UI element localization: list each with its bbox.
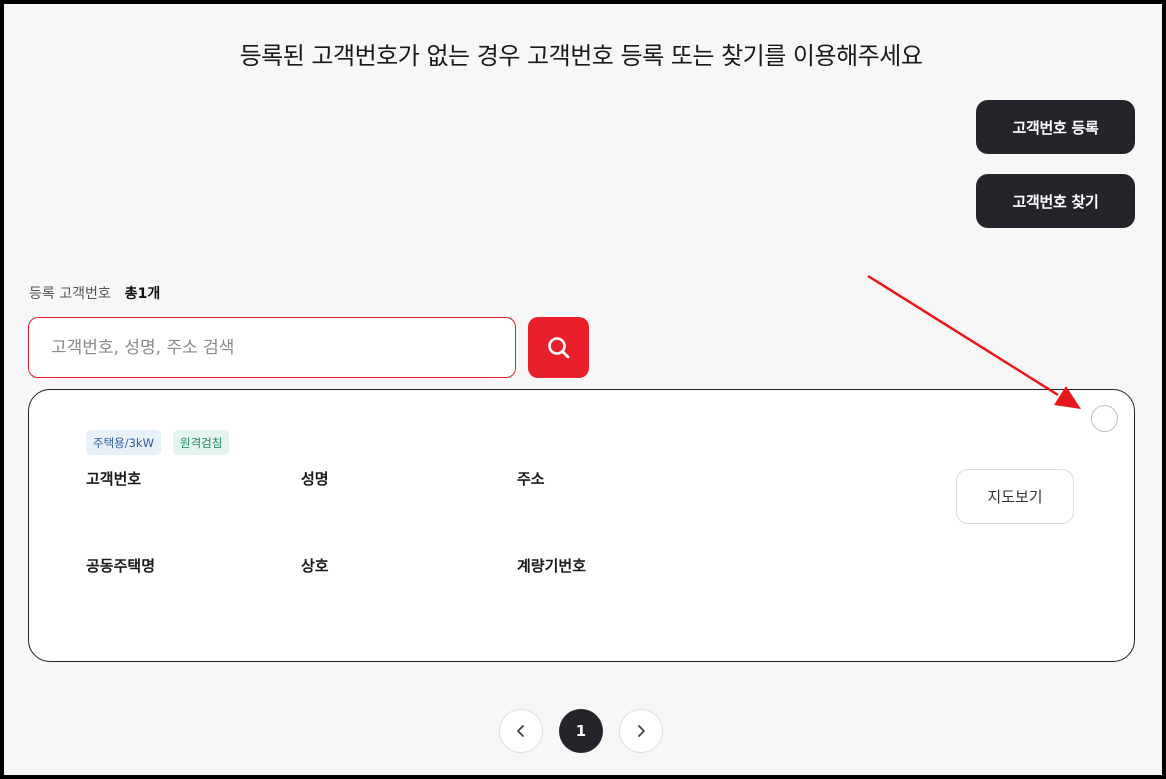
- remote-meter-badge: 원격검침: [173, 430, 230, 455]
- trade-name-label: 상호: [301, 557, 329, 575]
- registered-count-row: 등록 고객번호 총1개: [29, 283, 160, 303]
- find-customer-number-button[interactable]: 고객번호 찾기: [976, 174, 1135, 228]
- view-map-button[interactable]: 지도보기: [956, 469, 1074, 524]
- search-input[interactable]: [28, 317, 516, 378]
- chevron-right-icon: [638, 725, 645, 737]
- address-label: 주소: [517, 470, 545, 488]
- register-customer-number-button[interactable]: 고객번호 등록: [976, 100, 1135, 154]
- customer-number-label: 고객번호: [86, 470, 142, 488]
- page-title: 등록된 고객번호가 없는 경우 고객번호 등록 또는 찾기를 이용해주세요: [239, 42, 923, 70]
- pagination-prev-button[interactable]: [499, 709, 543, 753]
- usage-type-badge: 주택용/3kW: [86, 430, 161, 455]
- meter-number-label: 계량기번호: [517, 557, 587, 575]
- chevron-left-icon: [517, 725, 524, 737]
- registered-count-label: 등록 고객번호: [29, 286, 111, 302]
- name-label: 성명: [301, 470, 329, 488]
- pagination-page-1[interactable]: 1: [559, 709, 603, 753]
- registered-count-value: 총1개: [124, 286, 161, 302]
- select-radio[interactable]: [1091, 405, 1118, 432]
- apartment-name-label: 공동주택명: [86, 557, 156, 575]
- customer-number-card[interactable]: 주택용/3kW 원격검침 고객번호 성명 주소 공동주택명 상호 계량기번호 지…: [28, 389, 1135, 662]
- search-button[interactable]: [528, 317, 589, 378]
- search-icon: [547, 336, 569, 358]
- pagination-next-button[interactable]: [619, 709, 663, 753]
